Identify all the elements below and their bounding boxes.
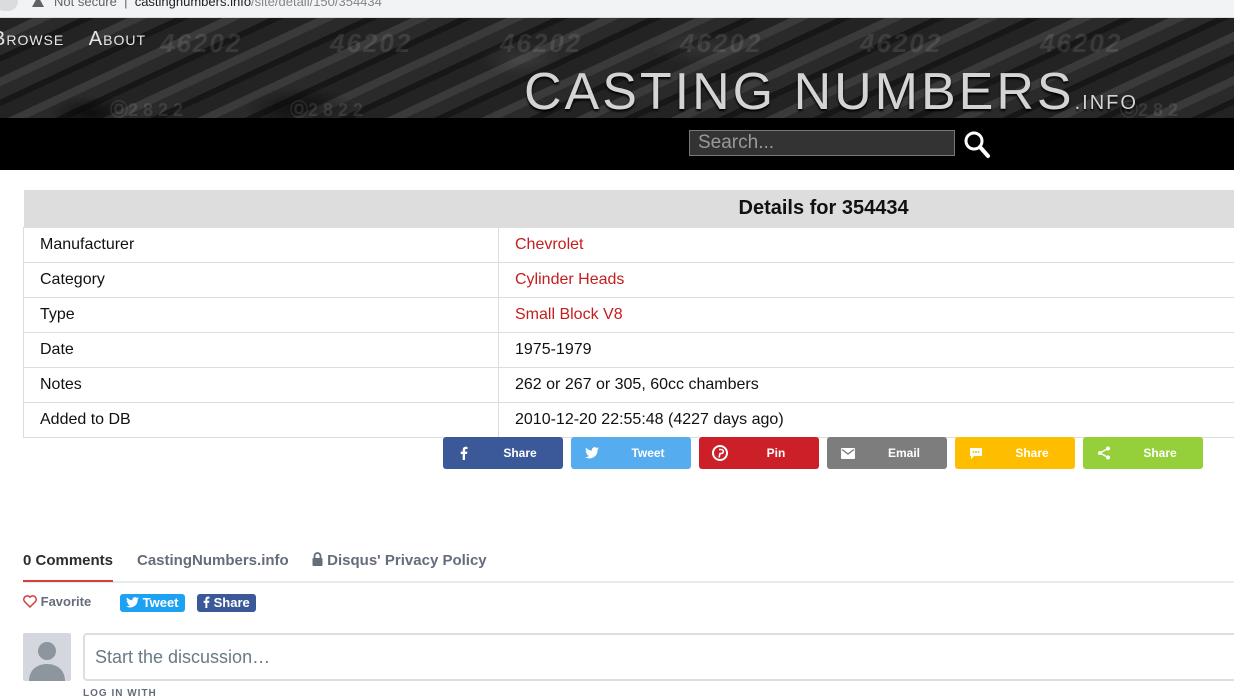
heart-icon: [23, 595, 37, 608]
pin-label: Pin: [733, 446, 819, 460]
row-key: Manufacturer: [24, 228, 499, 263]
banner-texture: Ⓞ2 8 2 2: [110, 96, 183, 118]
sms-share-label: Share: [989, 446, 1075, 460]
table-row: Category Cylinder Heads: [24, 263, 1234, 298]
sms-icon: [968, 445, 984, 461]
email-label: Email: [861, 446, 947, 460]
generic-share-label: Share: [1117, 446, 1203, 460]
security-label: Not secure: [54, 0, 117, 9]
category-link[interactable]: Cylinder Heads: [515, 271, 624, 288]
favorite-button[interactable]: Favorite: [23, 594, 91, 609]
logo-suffix: .INFO: [1075, 92, 1138, 114]
row-key: Category: [24, 263, 499, 298]
email-icon: [840, 445, 856, 461]
nav-browse[interactable]: Browse: [0, 28, 64, 50]
details-header-row: Details for 354434: [24, 190, 1234, 228]
row-key: Date: [24, 333, 499, 368]
search-bar: [0, 118, 1234, 170]
banner-texture: 46202: [680, 28, 762, 59]
disqus-tabs: 0 Comments CastingNumbers.info Disqus' P…: [23, 548, 1234, 583]
facebook-share-button[interactable]: Share: [443, 437, 563, 469]
email-share-button[interactable]: Email: [827, 437, 947, 469]
type-link[interactable]: Small Block V8: [515, 306, 623, 323]
share-icon: [1096, 445, 1112, 461]
tab-community[interactable]: CastingNumbers.info: [137, 552, 289, 569]
banner-texture: 46202: [330, 28, 412, 59]
table-row: Type Small Block V8: [24, 298, 1234, 333]
banner-texture: 46202: [1040, 28, 1122, 59]
row-key: Type: [24, 298, 499, 333]
row-value: Chevrolet: [499, 228, 1234, 263]
logo-main: CASTING NUMBERS: [524, 63, 1075, 118]
table-row: Notes 262 or 267 or 305, 60cc chambers: [24, 368, 1234, 403]
generic-share-button[interactable]: Share: [1083, 437, 1203, 469]
share-text: Share: [214, 595, 250, 610]
share-label: Share: [477, 446, 563, 460]
table-row: Date 1975-1979: [24, 333, 1234, 368]
row-value: 1975-1979: [499, 333, 1234, 368]
url-text[interactable]: Not secure | castingnumbers.info/site/de…: [54, 0, 382, 9]
nav-about[interactable]: About: [89, 28, 146, 50]
avatar: [23, 633, 71, 681]
banner-texture: Ⓞ2 8 2 2: [290, 96, 363, 118]
row-value: Small Block V8: [499, 298, 1234, 333]
row-key: Notes: [24, 368, 499, 403]
pinterest-icon: [712, 445, 728, 461]
banner-texture: 46202: [500, 28, 582, 59]
pinterest-pin-button[interactable]: Pin: [699, 437, 819, 469]
twitter-icon: [584, 445, 600, 461]
comment-input[interactable]: Start the discussion…: [83, 633, 1234, 681]
twitter-tweet-button[interactable]: Tweet: [571, 437, 691, 469]
row-value: 2010-12-20 22:55:48 (4227 days ago): [499, 403, 1234, 438]
row-value: 262 or 267 or 305, 60cc chambers: [499, 368, 1234, 403]
disqus-share-button[interactable]: Share: [197, 594, 256, 612]
tab-comments[interactable]: 0 Comments: [23, 552, 113, 582]
user-silhouette-icon: [23, 633, 71, 681]
favorite-label: Favorite: [41, 594, 92, 609]
tweet-text: Tweet: [143, 595, 179, 610]
lock-icon: [312, 552, 323, 566]
tweet-label: Tweet: [605, 446, 691, 460]
table-row: Manufacturer Chevrolet: [24, 228, 1234, 263]
disqus-tweet-button[interactable]: Tweet: [120, 594, 185, 612]
banner-texture: 46202: [160, 28, 242, 59]
site-banner: 46202 46202 46202 46202 46202 46202 Ⓞ2 8…: [0, 18, 1234, 118]
site-logo[interactable]: CASTING NUMBERS.INFO: [524, 62, 1138, 118]
site-info-icon[interactable]: [0, 0, 18, 11]
tab-privacy-policy[interactable]: Disqus' Privacy Policy: [312, 552, 487, 569]
search-input[interactable]: [689, 130, 955, 156]
warning-icon: [32, 0, 44, 7]
table-row: Added to DB 2010-12-20 22:55:48 (4227 da…: [24, 403, 1234, 438]
banner-texture: 46202: [860, 28, 942, 59]
url-path: /site/detail/150/354434: [251, 0, 382, 9]
twitter-icon: [126, 597, 139, 608]
facebook-icon: [456, 445, 472, 461]
url-host: castingnumbers.info: [135, 0, 251, 9]
sms-share-button[interactable]: Share: [955, 437, 1075, 469]
details-title: Details for 354434: [24, 190, 1234, 228]
details-table: Details for 354434 Manufacturer Chevrole…: [23, 190, 1234, 438]
facebook-icon: [203, 596, 210, 608]
browser-address-bar[interactable]: Not secure | castingnumbers.info/site/de…: [0, 0, 1234, 18]
privacy-label: Disqus' Privacy Policy: [327, 552, 486, 569]
search-icon[interactable]: [962, 129, 992, 159]
row-key: Added to DB: [24, 403, 499, 438]
manufacturer-link[interactable]: Chevrolet: [515, 236, 583, 253]
row-value: Cylinder Heads: [499, 263, 1234, 298]
main-nav: Browse About: [0, 28, 164, 51]
